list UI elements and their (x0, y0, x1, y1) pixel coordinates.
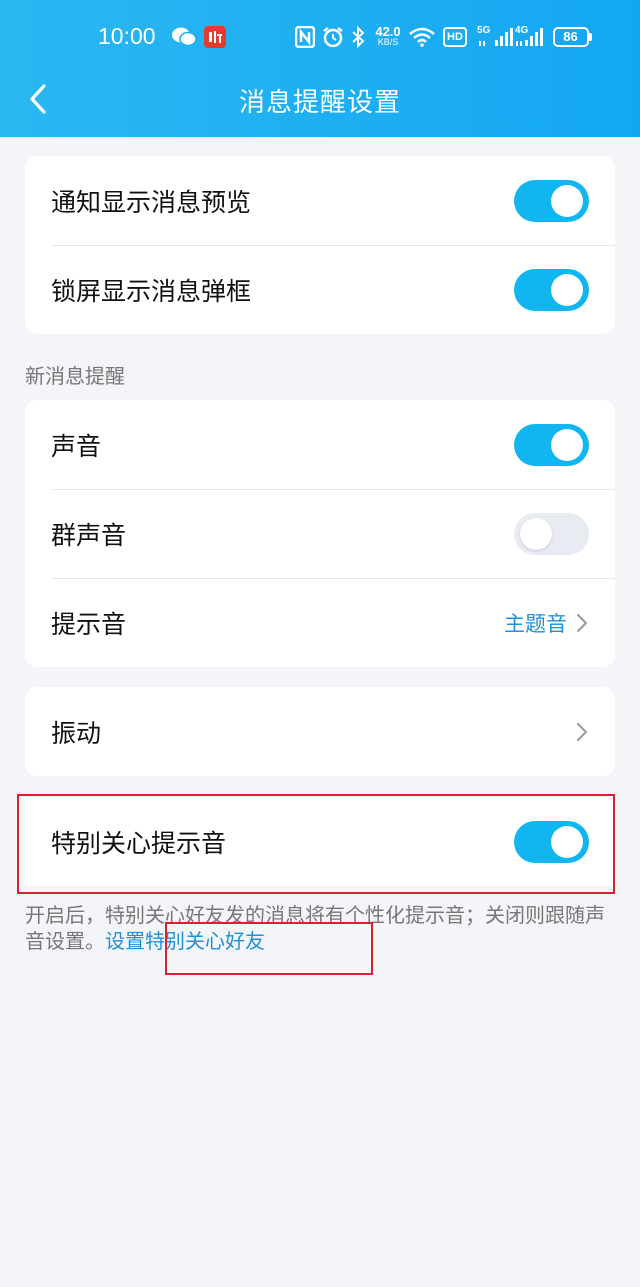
chevron-right-icon (576, 722, 588, 741)
row-label: 提示音 (51, 609, 127, 639)
row-label: 振动 (51, 718, 102, 748)
battery-icon: 86 (551, 22, 593, 52)
row-label: 群声音 (51, 520, 127, 550)
page-title: 消息提醒设置 (238, 88, 401, 118)
status-bar: 10:00 42.0 KB/S HD 5G 4G 86 (0, 0, 640, 76)
listen-app-icon (203, 22, 227, 52)
row-notification-preview: 通知显示消息预览 (25, 156, 615, 245)
vibration-card: 振动 (25, 687, 615, 776)
signal-4g-icon: 4G (515, 22, 547, 52)
sound-toggle[interactable] (514, 423, 589, 466)
header: 10:00 42.0 KB/S HD 5G 4G 86 消息提醒设置 (0, 0, 640, 137)
bluetooth-icon (349, 22, 367, 52)
group-sound-toggle[interactable] (514, 512, 589, 555)
notification-tone-value: 主题音 (504, 611, 567, 636)
network-speed: 42.0 KB/S (375, 24, 401, 47)
highlight-box-toggle (17, 794, 615, 894)
nav-bar: 消息提醒设置 (0, 76, 640, 137)
wechat-icon (170, 22, 198, 52)
row-lockscreen-popup: 锁屏显示消息弹框 (25, 245, 615, 334)
highlight-box-link (165, 922, 373, 975)
preview-settings-card: 通知显示消息预览 锁屏显示消息弹框 (25, 156, 615, 334)
notification-preview-toggle[interactable] (514, 179, 589, 222)
row-sound: 声音 (25, 400, 615, 489)
row-vibration[interactable]: 振动 (25, 687, 615, 776)
row-notification-tone[interactable]: 提示音 主题音 (25, 578, 615, 667)
signal-icon: 5G (477, 22, 517, 52)
row-label: 锁屏显示消息弹框 (51, 276, 252, 306)
lockscreen-popup-toggle[interactable] (514, 268, 589, 311)
wifi-icon (408, 22, 436, 52)
alarm-icon (321, 22, 345, 52)
hd-badge: HD (441, 22, 469, 52)
row-group-sound: 群声音 (25, 489, 615, 578)
chevron-right-icon (576, 613, 588, 632)
row-label: 通知显示消息预览 (51, 187, 252, 217)
section-title-new-message: 新消息提醒 (25, 364, 125, 388)
new-message-card: 声音 群声音 提示音 主题音 (25, 400, 615, 667)
nfc-icon (294, 22, 316, 52)
status-time: 10:00 (98, 23, 156, 49)
row-label: 声音 (51, 431, 102, 461)
